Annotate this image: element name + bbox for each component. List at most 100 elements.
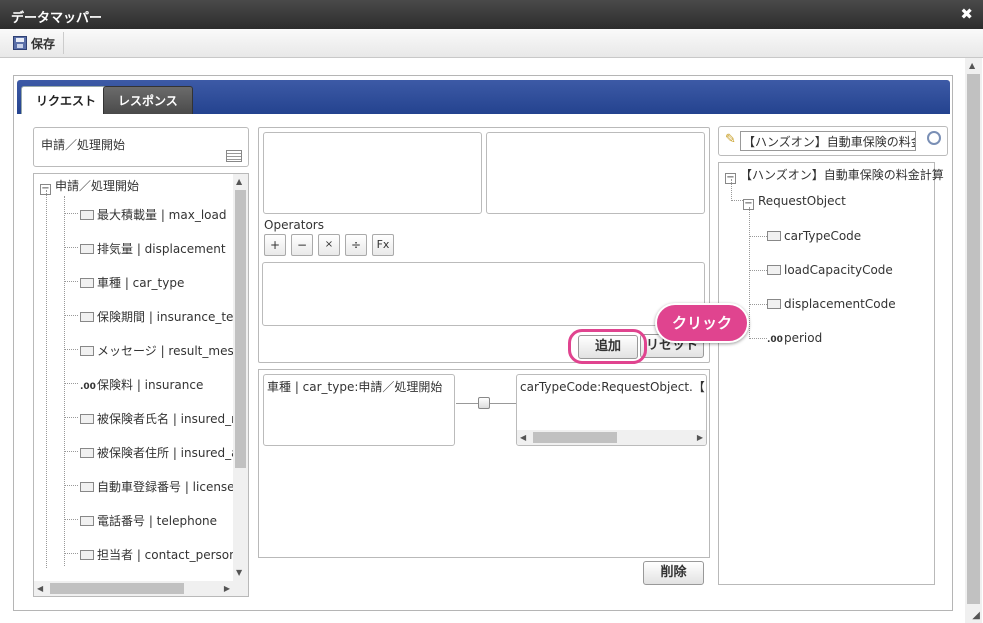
item-label: 担当者 | contact_personnel (97, 548, 249, 562)
target-field-load-capacity-code[interactable]: loadCapacityCode (767, 263, 893, 277)
target-tree-object[interactable]: − RequestObject (743, 194, 846, 210)
tab-response[interactable]: レスポンス (103, 86, 193, 114)
field-icon (80, 278, 94, 288)
item-label: 車種 | car_type (97, 276, 185, 290)
source-field-insured-address[interactable]: 被保険者住所 | insured_address (80, 444, 248, 461)
mapping-target-label: carTypeCode:RequestObject.【ハンズオン】自動車保険の料… (520, 380, 706, 394)
close-icon[interactable]: ✖ (960, 5, 973, 23)
source-field-contact-personnel[interactable]: 担当者 | contact_personnel (80, 546, 249, 563)
expression-left-box[interactable] (263, 132, 482, 214)
target-field-car-type-code[interactable]: carTypeCode (767, 229, 861, 243)
field-icon (80, 448, 94, 458)
mapping-checkbox[interactable] (478, 397, 490, 409)
item-label: 被保険者氏名 | insured_name (97, 412, 249, 426)
page-vertical-scrollbar[interactable]: ▲ (965, 58, 982, 623)
scroll-down-icon[interactable]: ▼ (236, 568, 242, 578)
source-field-max-load[interactable]: 最大積載量 | max_load (80, 206, 226, 223)
source-field-insured-name[interactable]: 被保険者氏名 | insured_name (80, 410, 249, 427)
field-icon (767, 299, 781, 309)
item-label: メッセージ | result_message (97, 344, 249, 358)
field-icon (80, 516, 94, 526)
function-button[interactable]: Fx (372, 234, 394, 256)
scroll-thumb[interactable] (967, 74, 980, 604)
source-field-car-type[interactable]: 車種 | car_type (80, 274, 184, 291)
item-label: 自動車登録番号 | license_number (97, 480, 248, 494)
scroll-thumb[interactable] (235, 190, 246, 468)
source-field-insurance-term[interactable]: 保険期間 | insurance_term (80, 308, 249, 325)
mapping-horizontal-scrollbar[interactable]: ◀ ▶ (517, 430, 706, 445)
source-field-license-number[interactable]: 自動車登録番号 | license_number (80, 478, 248, 495)
mapping-panel: 車種 | car_type:申請／処理開始 carTypeCode:Reques… (258, 369, 710, 587)
number-icon: .00 (80, 382, 96, 392)
item-label: 最大積載量 | max_load (97, 208, 227, 222)
mapper-frame: リクエスト レスポンス 申請／処理開始 − 申請／処理開始 最大積載量 | max… (13, 75, 953, 611)
scroll-up-icon[interactable]: ▲ (236, 177, 242, 187)
divide-button[interactable]: ÷ (345, 234, 367, 256)
tab-bar: リクエスト レスポンス (17, 80, 950, 114)
target-field-displacement-code[interactable]: displacementCode (767, 297, 896, 311)
item-label: displacementCode (784, 297, 896, 311)
source-tree-root[interactable]: − 申請／処理開始 (40, 177, 139, 195)
field-icon (80, 414, 94, 424)
window-titlebar: データマッパー ✖ (0, 0, 983, 29)
item-label: 被保険者住所 | insured_address (97, 446, 248, 460)
field-icon (767, 265, 781, 275)
multiply-button[interactable]: × (318, 234, 340, 256)
source-field-telephone[interactable]: 電話番号 | telephone (80, 512, 217, 529)
operators-label: Operators (264, 218, 324, 232)
expression-right-box[interactable] (486, 132, 705, 214)
source-field-displacement[interactable]: 排気量 | displacement (80, 240, 226, 257)
click-callout: クリック (655, 303, 749, 343)
field-icon (767, 231, 781, 241)
scroll-thumb[interactable] (50, 583, 184, 594)
plus-button[interactable]: + (264, 234, 286, 256)
field-icon (80, 244, 94, 254)
field-icon (80, 482, 94, 492)
field-icon (80, 346, 94, 356)
scroll-up-icon[interactable]: ▲ (969, 61, 975, 71)
source-vertical-scrollbar[interactable]: ▲ ▼ (233, 174, 248, 581)
field-icon (80, 312, 94, 322)
target-root-label: 【ハンズオン】自動車保険の料金計算 (740, 168, 944, 182)
number-icon: .00 (767, 335, 783, 345)
magnifier-icon[interactable] (927, 131, 941, 145)
source-horizontal-scrollbar[interactable]: ◀ ▶ (34, 581, 233, 596)
delete-button[interactable]: 削除 (643, 561, 704, 585)
target-object-label: RequestObject (758, 194, 846, 208)
source-tree[interactable]: − 申請／処理開始 最大積載量 | max_load 排気量 | displace… (33, 173, 249, 597)
window-title: データマッパー (11, 11, 103, 26)
item-label: 保険期間 | insurance_term (97, 310, 249, 324)
list-icon[interactable] (226, 150, 242, 162)
target-tree-root[interactable]: − 【ハンズオン】自動車保険の料金計算 (725, 166, 944, 184)
mapping-source-box[interactable]: 車種 | car_type:申請／処理開始 (263, 374, 455, 446)
source-field-result-message[interactable]: メッセージ | result_message (80, 342, 249, 359)
source-field-insurance[interactable]: .00保険料 | insurance (80, 376, 203, 393)
mapping-target-box[interactable]: carTypeCode:RequestObject.【ハンズオン】自動車保険の料… (516, 374, 707, 446)
mapping-source-label: 車種 | car_type:申請／処理開始 (267, 380, 443, 394)
item-label: carTypeCode (784, 229, 862, 243)
target-tree[interactable]: − 【ハンズオン】自動車保険の料金計算 − RequestObject carTyp… (718, 162, 944, 585)
resize-grip-icon[interactable]: ◢ (972, 610, 980, 621)
scroll-right-icon[interactable]: ▶ (224, 584, 230, 594)
field-icon (80, 210, 94, 220)
minus-button[interactable]: − (291, 234, 313, 256)
scroll-left-icon[interactable]: ◀ (520, 433, 526, 443)
mapping-footer: 削除 (258, 557, 710, 587)
source-header: 申請／処理開始 (33, 127, 249, 167)
scroll-right-icon[interactable]: ▶ (697, 433, 703, 443)
save-button-label: 保存 (31, 36, 56, 51)
pencil-icon[interactable]: ✎ (725, 132, 736, 147)
item-label: loadCapacityCode (784, 263, 893, 277)
expression-textarea[interactable] (262, 262, 705, 326)
tab-request[interactable]: リクエスト (21, 86, 112, 114)
source-root-label: 申請／処理開始 (55, 179, 140, 193)
target-field-period[interactable]: .00period (767, 331, 822, 345)
save-button[interactable]: 保存 (9, 32, 65, 54)
item-label: period (784, 331, 823, 345)
source-header-label: 申請／処理開始 (41, 138, 126, 152)
target-search-input[interactable]: 【ハンズオン】自動車保険の料金計算 (740, 131, 916, 151)
item-label: 排気量 | displacement (97, 242, 226, 256)
scroll-thumb[interactable] (533, 432, 617, 443)
item-label: 電話番号 | telephone (97, 514, 218, 528)
scroll-left-icon[interactable]: ◀ (37, 584, 43, 594)
